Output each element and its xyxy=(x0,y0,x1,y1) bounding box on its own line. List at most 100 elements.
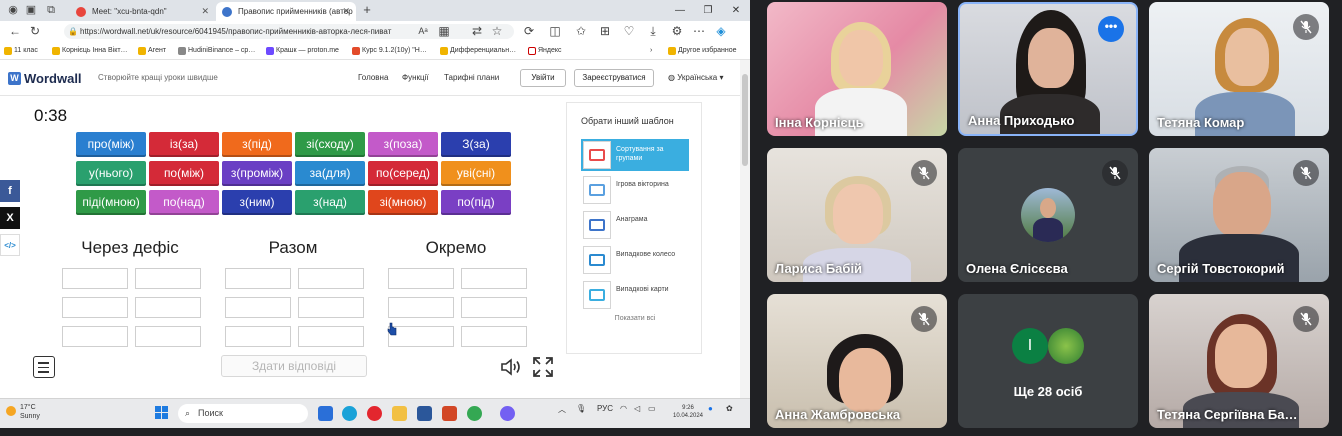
fullscreen-icon[interactable] xyxy=(533,357,553,377)
participant-tile[interactable]: Інна Корнієць xyxy=(767,2,947,136)
participant-tile[interactable]: Тетяна Сергіївна Ба… xyxy=(1149,294,1329,428)
drop-slot[interactable] xyxy=(388,268,454,289)
drop-slot[interactable] xyxy=(225,268,291,289)
bookmark[interactable]: 11 клас xyxy=(4,45,38,57)
template-option[interactable]: Випадкове колесо xyxy=(581,244,689,276)
word-tile[interactable]: по(між) xyxy=(149,161,219,186)
drop-slot[interactable] xyxy=(461,297,527,318)
translate-icon[interactable]: ⇄ xyxy=(470,24,484,38)
drop-slot[interactable] xyxy=(135,297,201,318)
word-tile[interactable]: з(ним) xyxy=(222,190,292,215)
clock[interactable]: 9:26 10.04.2024 xyxy=(668,404,708,420)
word-tile[interactable]: по(під) xyxy=(441,190,511,215)
participant-tile[interactable]: Тетяна Комар xyxy=(1149,2,1329,136)
battery-icon[interactable]: ▭ xyxy=(648,404,656,413)
drop-slot[interactable] xyxy=(388,297,454,318)
submit-answers-button[interactable]: Здати відповіді xyxy=(221,355,367,377)
word-tile[interactable]: у(нього) xyxy=(76,161,146,186)
drop-slot[interactable] xyxy=(298,297,364,318)
template-option[interactable]: Випадкові карти xyxy=(581,279,689,311)
nav-home[interactable]: Головна xyxy=(358,73,388,82)
workspaces-icon[interactable]: ▣ xyxy=(24,3,38,17)
nav-pricing[interactable]: Тарифні плани xyxy=(444,73,499,82)
minimize-icon[interactable]: — xyxy=(666,0,694,21)
windows-start-icon[interactable] xyxy=(155,406,169,420)
tab-meet[interactable]: Meet: "xcu-bnta-qdn" ✕ xyxy=(70,2,215,21)
widgets-icon[interactable]: ✿ xyxy=(726,404,733,413)
word-tile[interactable]: з(над) xyxy=(295,190,365,215)
drop-slot[interactable] xyxy=(298,326,364,347)
word-tile[interactable]: із(за) xyxy=(149,132,219,157)
bookmark[interactable]: Курс 9.1.2(10у) "Н… xyxy=(352,45,427,57)
drop-slot[interactable] xyxy=(225,326,291,347)
login-button[interactable]: Увійти xyxy=(520,69,566,87)
new-tab-icon[interactable]: + xyxy=(360,3,374,17)
show-all-link[interactable]: Показати всі xyxy=(567,315,703,322)
bookmark[interactable]: Дифференциальн… xyxy=(440,45,516,57)
close-tab-icon[interactable]: ✕ xyxy=(342,2,350,21)
drop-slot[interactable] xyxy=(62,326,128,347)
word-tile[interactable]: по(над) xyxy=(149,190,219,215)
bookmark[interactable]: Яндекс xyxy=(528,45,562,57)
history-icon[interactable]: ♡ xyxy=(622,24,636,38)
facebook-share-icon[interactable]: f xyxy=(0,180,20,202)
input-language[interactable]: РУС xyxy=(597,404,613,413)
word-tile[interactable]: з(проміж) xyxy=(222,161,292,186)
task-view-icon[interactable] xyxy=(318,406,333,421)
split-screen-icon[interactable]: ◫ xyxy=(548,24,562,38)
maximize-icon[interactable]: ❐ xyxy=(694,0,722,21)
participant-tile[interactable]: ••• Анна Приходько xyxy=(958,2,1138,136)
volume-icon[interactable]: ◁ xyxy=(634,404,640,413)
back-icon[interactable]: ← xyxy=(8,24,22,38)
wordwall-logo[interactable]: W Wordwall xyxy=(8,71,82,86)
copilot-icon[interactable]: ◈ xyxy=(714,24,728,38)
x-share-icon[interactable]: X xyxy=(0,207,20,229)
menu-button[interactable] xyxy=(33,356,55,378)
participant-tile[interactable]: Анна Жамбровська xyxy=(767,294,947,428)
drop-slot[interactable] xyxy=(461,268,527,289)
extensions-icon[interactable]: ⚙ xyxy=(670,24,684,38)
bookmark[interactable]: HudiniBinance – cp… xyxy=(178,45,255,57)
more-options-icon[interactable]: ••• xyxy=(1098,16,1124,42)
bookmark[interactable]: Крашк — proton.me xyxy=(266,45,339,57)
word-tile[interactable]: зі(мною) xyxy=(368,190,438,215)
drop-slot[interactable] xyxy=(298,268,364,289)
tab-actions-icon[interactable]: ⧉ xyxy=(44,3,58,17)
bookmarks-overflow-icon[interactable]: › xyxy=(650,45,652,57)
word-tile[interactable]: за(для) xyxy=(295,161,365,186)
drop-slot[interactable] xyxy=(135,268,201,289)
settings-more-icon[interactable]: ⋯ xyxy=(692,24,706,38)
drop-slot[interactable] xyxy=(225,297,291,318)
downloads-icon[interactable]: ⤓ xyxy=(646,24,660,38)
word-tile[interactable]: З(за) xyxy=(441,132,511,157)
chrome-icon[interactable] xyxy=(467,406,482,421)
notifications-icon[interactable]: ● xyxy=(708,404,713,413)
tray-overflow-icon[interactable]: ︿ xyxy=(558,404,566,415)
register-button[interactable]: Зареєструватися xyxy=(574,69,654,87)
mic-tray-icon[interactable]: 🎙 xyxy=(576,404,586,413)
word-tile[interactable]: про(між) xyxy=(76,132,146,157)
favorites-icon[interactable]: ✩ xyxy=(574,24,588,38)
drop-slot[interactable] xyxy=(62,268,128,289)
taskbar-search[interactable]: ⌕ Поиск xyxy=(178,404,308,423)
word-icon[interactable] xyxy=(417,406,432,421)
bookmark[interactable]: Корнієць Інна Вікт… xyxy=(52,45,128,57)
opera-icon[interactable] xyxy=(367,406,382,421)
drop-slot[interactable] xyxy=(461,326,527,347)
refresh-icon[interactable]: ↻ xyxy=(28,24,42,38)
more-participants-tile[interactable]: І Ще 28 осіб xyxy=(958,294,1138,428)
close-window-icon[interactable]: ✕ xyxy=(722,0,750,21)
powerpoint-icon[interactable] xyxy=(442,406,457,421)
language-select[interactable]: ◍ Українська ▾ xyxy=(668,73,724,82)
drop-slot[interactable] xyxy=(135,326,201,347)
word-tile[interactable]: уві(сні) xyxy=(441,161,511,186)
participant-tile[interactable]: Лариса Бабій xyxy=(767,148,947,282)
word-tile[interactable]: піді(мною) xyxy=(76,190,146,215)
tab-wordwall[interactable]: Правопис прийменників (автор ✕ xyxy=(216,2,356,21)
close-tab-icon[interactable]: ✕ xyxy=(201,2,209,21)
sound-icon[interactable] xyxy=(500,357,522,377)
bookmark[interactable]: Агент xyxy=(138,45,166,57)
word-tile[interactable]: по(серед) xyxy=(368,161,438,186)
edge-icon[interactable] xyxy=(342,406,357,421)
template-option[interactable]: Сортування за групами xyxy=(581,139,689,171)
